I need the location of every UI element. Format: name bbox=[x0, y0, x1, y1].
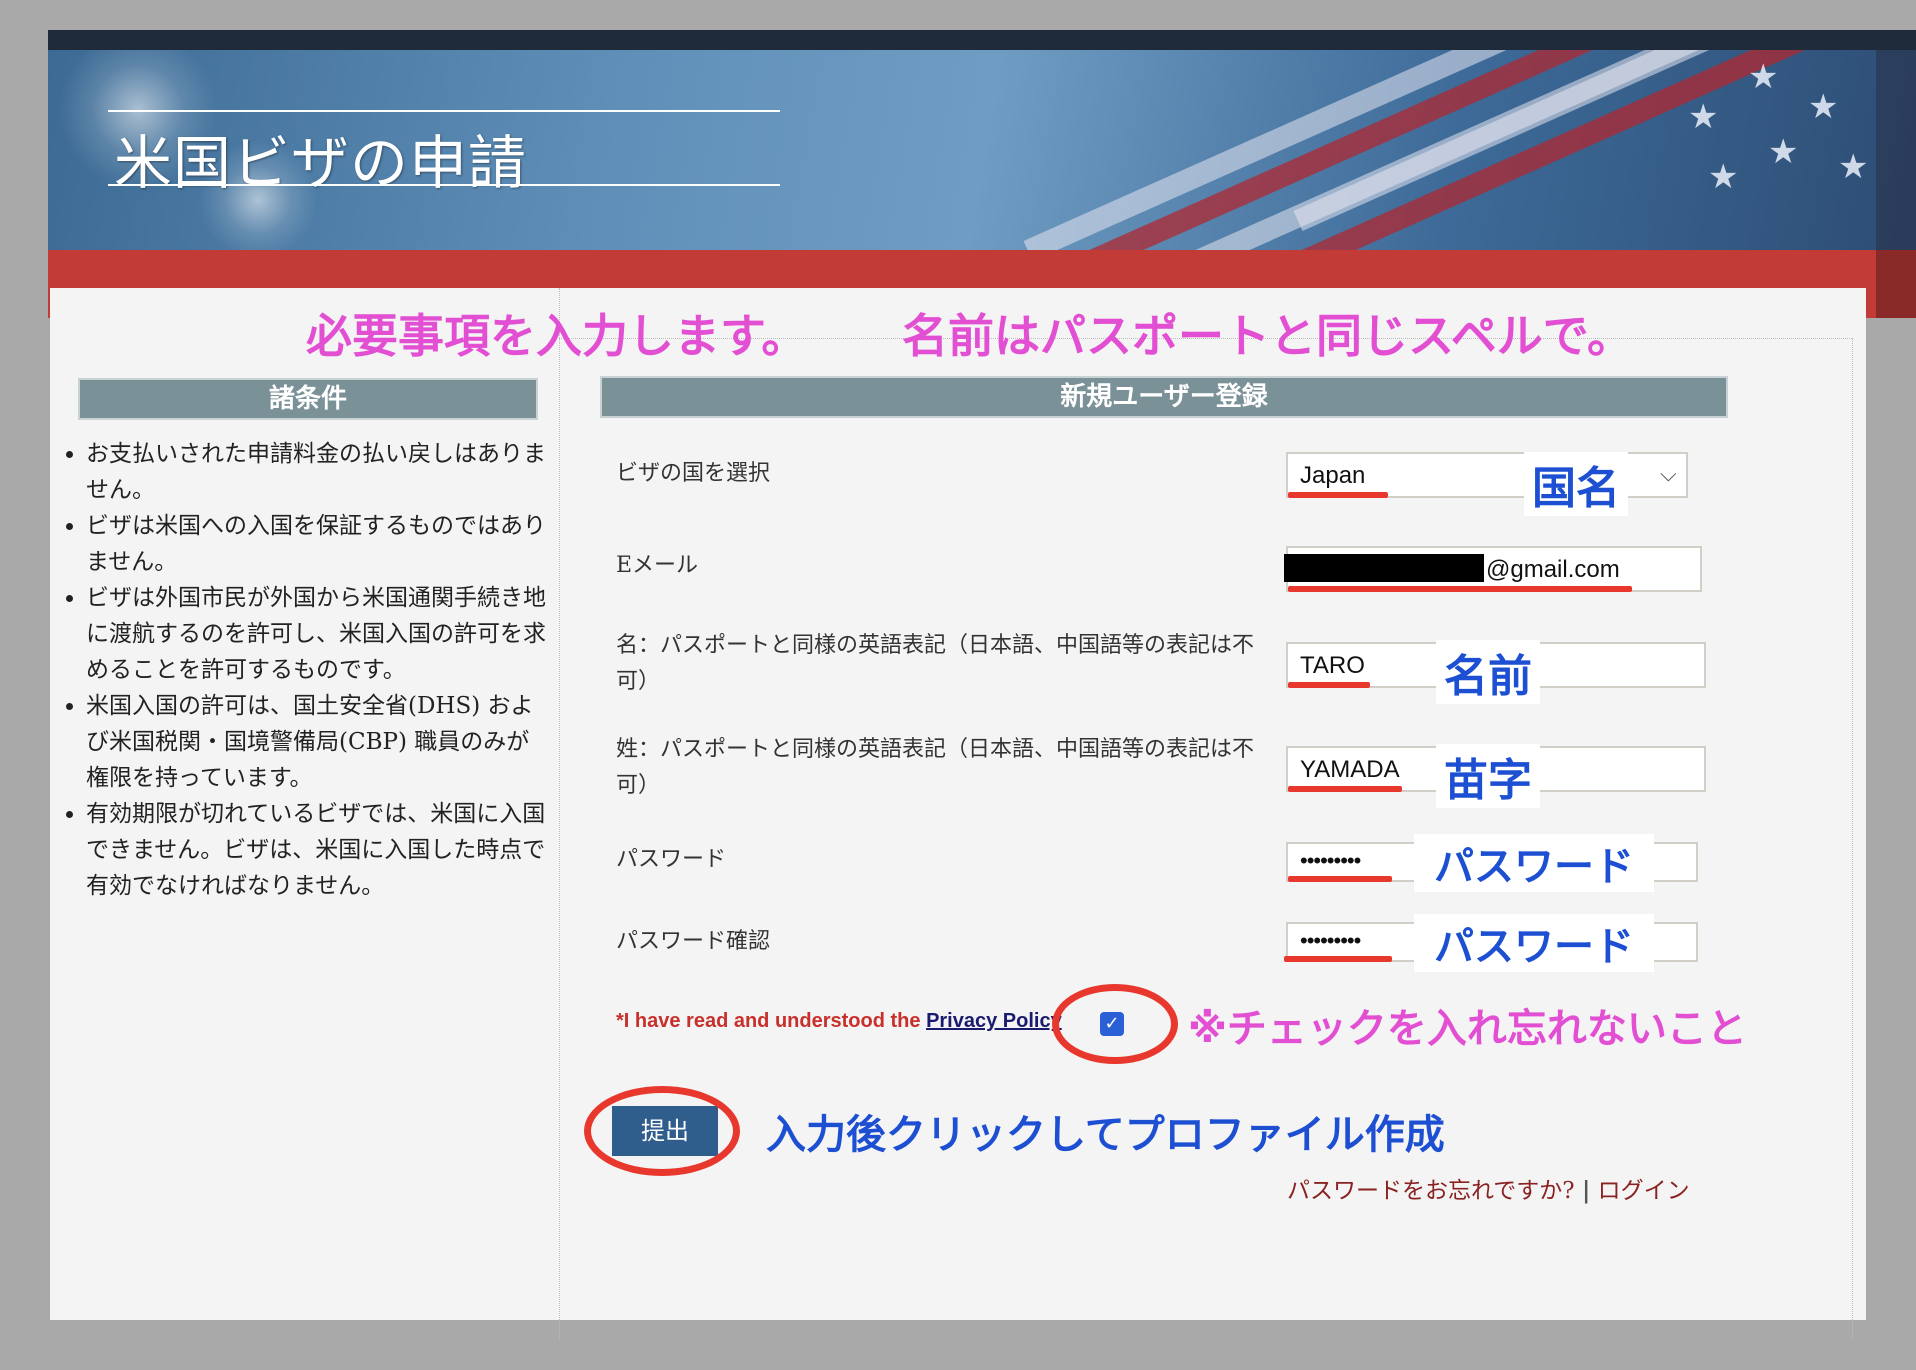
link-separator: | bbox=[1581, 1177, 1591, 1204]
login-link[interactable]: ログイン bbox=[1598, 1178, 1690, 1204]
email-field-value: @gmail.com bbox=[1486, 556, 1620, 583]
annotation-first-name: 名前 bbox=[1436, 640, 1540, 704]
star-decoration: ★ bbox=[1708, 157, 1739, 197]
highlight-ellipse bbox=[1052, 984, 1178, 1064]
underline-mark bbox=[1288, 682, 1370, 688]
annotation-checkbox: ※チェックを入れ忘れないこと bbox=[1188, 1006, 1747, 1052]
sidebar-divider bbox=[559, 288, 560, 1340]
conditions-list: お支払いされた申請料金の払い戻しはありません。 ビザは米国への入国を保証するもの… bbox=[50, 436, 546, 904]
underline-mark bbox=[1288, 876, 1392, 882]
highlight-ellipse bbox=[584, 1086, 740, 1176]
password-confirm-label: パスワード確認 bbox=[616, 929, 771, 954]
condition-item: 有効期限が切れているビザでは、米国に入国できません。ビザは、米国に入国した時点で… bbox=[86, 796, 546, 904]
condition-item: 米国入国の許可は、国土安全省(DHS) および米国税関・国境警備局(CBP) 職… bbox=[86, 688, 546, 796]
star-decoration: ★ bbox=[1688, 97, 1719, 137]
privacy-prefix: *I have read and understood the bbox=[616, 1010, 927, 1032]
condition-item: ビザは米国への入国を保証するものではありません。 bbox=[86, 508, 546, 580]
annotation-enter-required: 必要事項を入力します。 bbox=[306, 309, 808, 363]
right-divider bbox=[1852, 338, 1853, 1340]
title-rule-top bbox=[108, 110, 780, 112]
privacy-agreement: *I have read and understood the Privacy … bbox=[616, 1010, 1062, 1033]
annotation-password: パスワード bbox=[1414, 834, 1654, 892]
star-decoration: ★ bbox=[1748, 57, 1779, 97]
underline-mark bbox=[1288, 586, 1632, 592]
banner-edge bbox=[1876, 50, 1916, 250]
form-heading: 新規ユーザー登録 bbox=[600, 376, 1728, 418]
underline-mark bbox=[1288, 786, 1402, 792]
annotation-name-spelling: 名前はパスポートと同じスペルで。 bbox=[902, 309, 1633, 363]
red-bar-edge bbox=[1876, 250, 1916, 318]
star-decoration: ★ bbox=[1808, 87, 1839, 127]
star-decoration: ★ bbox=[1838, 147, 1869, 187]
header-banner: ★ ★ ★ ★ ★ ★ 米国ビザの申請 bbox=[48, 50, 1916, 250]
first-name-label: 名：パスポートと同様の英語表記（日本語、中国語等の表記は不可） bbox=[616, 633, 1255, 694]
last-name-label: 姓：パスポートと同様の英語表記（日本語、中国語等の表記は不可） bbox=[616, 737, 1255, 798]
underline-mark bbox=[1288, 492, 1388, 498]
forgot-password-link[interactable]: パスワードをお忘れですか? bbox=[1287, 1178, 1575, 1204]
redaction-block bbox=[1284, 554, 1484, 582]
password-confirm-value: ••••••••• bbox=[1300, 928, 1361, 953]
sidebar-heading: 諸条件 bbox=[78, 378, 538, 420]
annotation-password-confirm: パスワード bbox=[1414, 914, 1654, 972]
star-decoration: ★ bbox=[1768, 132, 1799, 172]
country-label: ビザの国を選択 bbox=[616, 461, 771, 486]
password-label: パスワード bbox=[616, 847, 727, 872]
top-strip bbox=[48, 30, 1916, 50]
annotation-country: 国名 bbox=[1524, 452, 1628, 516]
condition-item: お支払いされた申請料金の払い戻しはありません。 bbox=[86, 436, 546, 508]
underline-mark bbox=[1284, 956, 1392, 962]
email-label: Eメール bbox=[616, 553, 699, 578]
chevron-down-icon: ⌵ bbox=[1660, 462, 1677, 487]
annotation-last-name: 苗字 bbox=[1436, 744, 1540, 808]
privacy-policy-link[interactable]: Privacy Policy bbox=[926, 1010, 1062, 1032]
page-title: 米国ビザの申請 bbox=[114, 129, 528, 197]
annotation-submit: 入力後クリックしてプロファイル作成 bbox=[766, 1112, 1445, 1158]
title-rule-bottom bbox=[108, 184, 780, 186]
country-select-value: Japan bbox=[1300, 462, 1366, 489]
condition-item: ビザは外国市民が外国から米国通関手続き地に渡航するのを許可し、米国入国の許可を求… bbox=[86, 580, 546, 688]
account-links: パスワードをお忘れですか? | ログイン bbox=[1287, 1172, 1707, 1210]
first-name-value: TARO bbox=[1300, 652, 1365, 679]
last-name-value: YAMADA bbox=[1300, 756, 1400, 783]
password-value: ••••••••• bbox=[1300, 848, 1361, 873]
